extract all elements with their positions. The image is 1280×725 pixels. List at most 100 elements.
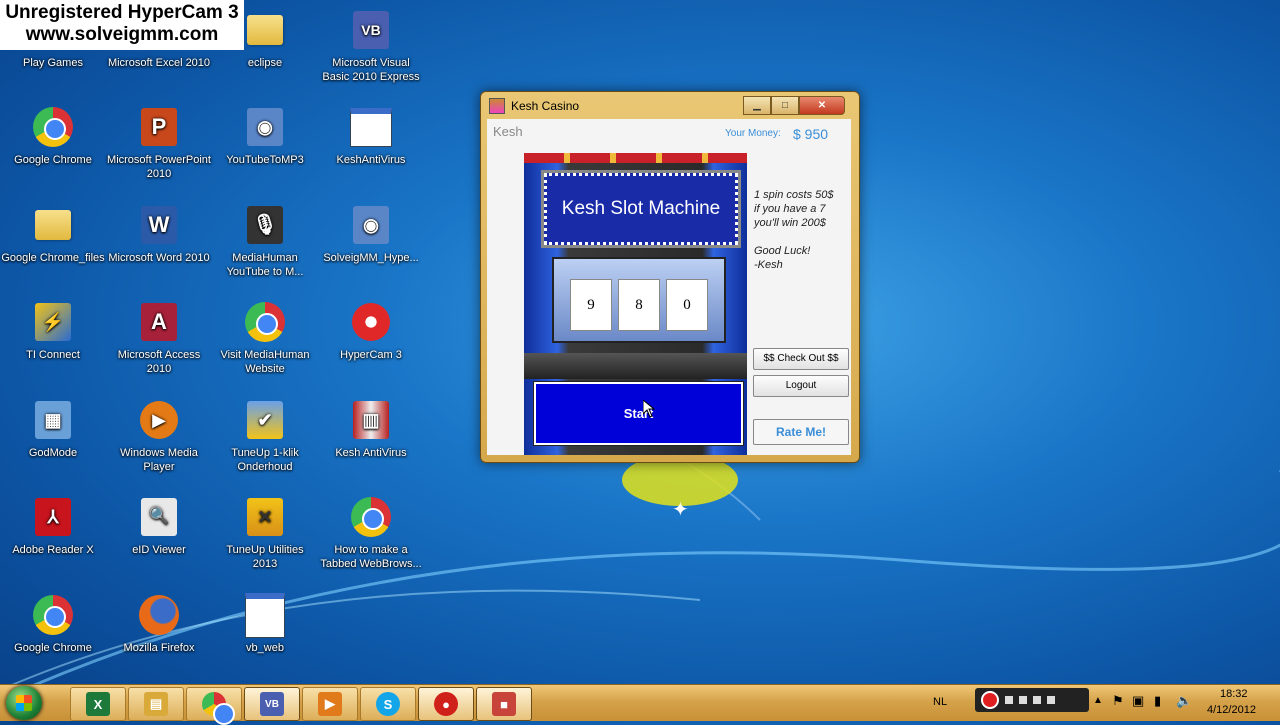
desktop-icon-godmode[interactable]: ▦ GodMode — [1, 398, 105, 460]
desktop-icon-label: Microsoft Access 2010 — [117, 349, 201, 375]
vb-project-icon — [243, 592, 287, 638]
desktop-icon-firefox[interactable]: Mozilla Firefox — [107, 593, 211, 655]
desktop-icon-solveigmm[interactable]: ◉ SolveigMM_Hype... — [319, 203, 423, 265]
desktop-icon-label: MediaHuman YouTube to M... — [226, 252, 304, 278]
desktop-icon-keshantivirus[interactable]: KeshAntiVirus — [319, 105, 423, 167]
volume-icon[interactable]: 🔈 — [1176, 693, 1192, 709]
tray-expand-icon[interactable]: ▲ — [1093, 695, 1103, 706]
powerpoint-icon: P — [137, 105, 181, 149]
desktop-icon-label: Windows Media Player — [120, 447, 198, 473]
record-icon[interactable] — [981, 691, 999, 709]
desktop-icon-label: vb_web — [246, 642, 284, 654]
mouse-cursor-icon — [643, 400, 655, 418]
camera-icon[interactable] — [1033, 696, 1041, 704]
slot-machine-image: Kesh Slot Machine 9 8 0 Start — [524, 153, 747, 455]
reel-1: 9 — [570, 279, 612, 331]
minimize-button[interactable]: ▁ — [743, 96, 771, 115]
media-player-icon: ▶ — [137, 398, 181, 442]
app-icon — [489, 98, 505, 114]
check-out-button[interactable]: $$ Check Out $$ — [753, 348, 849, 370]
taskbar-item-hypercam[interactable]: ● — [418, 687, 474, 721]
desktop-icon-media-player[interactable]: ▶ Windows Media Player — [107, 398, 211, 474]
maximize-button[interactable]: □ — [771, 96, 799, 115]
desktop-icon-tuneup-1klik[interactable]: ✔ TuneUp 1-klik Onderhoud — [213, 398, 317, 474]
desktop-icon-adobe-reader[interactable]: ⅄ Adobe Reader X — [1, 495, 105, 557]
desktop-icon-chrome-files[interactable]: Google Chrome_files — [1, 203, 105, 265]
svg-text:✦: ✦ — [672, 497, 689, 521]
taskbar-item-kesh-casino[interactable]: ■ — [476, 687, 532, 721]
desktop-icon-label: GodMode — [28, 447, 78, 459]
desktop-icon-label: Adobe Reader X — [12, 544, 94, 556]
desktop-icon-powerpoint[interactable]: P Microsoft PowerPoint 2010 — [107, 105, 211, 181]
tuneup-utilities-icon: ✕ — [243, 495, 287, 539]
desktop-icon-label: Mozilla Firefox — [123, 642, 195, 654]
taskbar-item-visual-basic[interactable]: VB — [244, 687, 300, 721]
taskbar-item-skype[interactable]: S — [360, 687, 416, 721]
taskbar-item-chrome[interactable] — [186, 687, 242, 725]
user-name-label: Kesh — [493, 124, 523, 139]
desktop-icon-label: Microsoft PowerPoint 2010 — [107, 154, 211, 180]
desktop-icon-tuneup-utilities[interactable]: ✕ TuneUp Utilities 2013 — [213, 495, 317, 571]
action-center-icon[interactable]: ⚑ — [1112, 693, 1124, 709]
desktop-icon-vb-web[interactable]: vb_web — [213, 592, 317, 655]
desktop-icon-label: TuneUp Utilities 2013 — [226, 544, 304, 570]
desktop-icon-label: Microsoft Visual Basic 2010 Express — [322, 57, 420, 83]
adobe-reader-icon: ⅄ — [31, 495, 75, 539]
desktop-icon-visit-mediahuman[interactable]: Visit MediaHuman Website — [213, 300, 317, 376]
desktop-icon-youtubetomp3[interactable]: ◉ YouTubeToMP3 — [213, 105, 317, 167]
skype-icon: S — [376, 692, 400, 716]
rate-me-button[interactable]: Rate Me! — [753, 419, 849, 445]
desktop-icon-ti-connect[interactable]: ⚡ TI Connect — [1, 300, 105, 362]
desktop-icon-word[interactable]: W Microsoft Word 2010 — [107, 203, 211, 265]
desktop-icon-mediahuman[interactable]: 🎙 MediaHuman YouTube to M... — [213, 203, 317, 279]
desktop-icon-eid-viewer[interactable]: 🔍 eID Viewer — [107, 495, 211, 557]
taskbar-item-explorer[interactable]: ▤ — [128, 687, 184, 721]
desktop-icon-label: Google Chrome — [14, 154, 92, 166]
folder-icon — [31, 203, 75, 247]
desktop-icon-access[interactable]: A Microsoft Access 2010 — [107, 300, 211, 376]
caption-buttons: ▁ □ ✕ — [743, 96, 845, 115]
slot-machine-lights — [524, 153, 747, 163]
taskbar-item-media-player[interactable]: ▶ — [302, 687, 358, 721]
logout-button[interactable]: Logout — [753, 375, 849, 397]
desktop-icon-label: eID Viewer — [132, 544, 186, 556]
desktop-icon-kesh-antivirus[interactable]: ▥ Kesh AntiVirus — [319, 398, 423, 460]
kesh-casino-window: Kesh Casino ▁ □ ✕ Kesh Your Money: $ 950… — [480, 91, 860, 463]
start-button-orb[interactable] — [6, 686, 42, 720]
window-title-bar[interactable]: Kesh Casino ▁ □ ✕ — [489, 96, 851, 116]
desktop-icon-hypercam[interactable]: HyperCam 3 — [319, 300, 423, 362]
desktop-icon-chrome-2[interactable]: Google Chrome — [1, 593, 105, 655]
folder-icon — [243, 8, 287, 52]
network-icon[interactable]: ▣ — [1132, 693, 1144, 709]
watermark-title: Unregistered HyperCam 3 — [5, 2, 239, 23]
stop-icon[interactable] — [1005, 696, 1013, 704]
settings-icon[interactable] — [1047, 696, 1055, 704]
desktop-icon-label: Google Chrome — [14, 642, 92, 654]
chrome-icon — [31, 593, 75, 637]
desktop-icon-label: HyperCam 3 — [340, 349, 402, 361]
app-window-icon — [349, 105, 393, 149]
desktop-icon-chrome[interactable]: Google Chrome — [1, 105, 105, 167]
close-button[interactable]: ✕ — [799, 96, 845, 115]
desktop-icon-label: TI Connect — [26, 349, 80, 361]
desktop-icon-label: Microsoft Excel 2010 — [107, 57, 211, 69]
chrome-icon — [349, 495, 393, 539]
pause-icon[interactable] — [1019, 696, 1027, 704]
microphone-icon: 🎙 — [243, 203, 287, 247]
access-icon: A — [137, 300, 181, 344]
clock-date[interactable]: 4/12/2012 — [1207, 704, 1256, 716]
language-indicator[interactable]: NL — [933, 696, 947, 708]
kesh-casino-icon: ■ — [492, 692, 516, 716]
chrome-icon — [31, 105, 75, 149]
taskbar-item-excel[interactable]: X — [70, 687, 126, 721]
start-button[interactable]: Start — [534, 382, 743, 445]
signal-icon[interactable]: ▮ — [1154, 693, 1161, 709]
desktop-icon-visual-basic[interactable]: VB Microsoft Visual Basic 2010 Express — [319, 8, 423, 84]
rules-text: 1 spin costs 50$ if you have a 7 you'll … — [754, 189, 834, 271]
hypercam-icon — [349, 300, 393, 344]
clock-time[interactable]: 18:32 — [1220, 688, 1248, 700]
desktop-icon-label: Visit MediaHuman Website — [220, 349, 310, 375]
desktop-icon-tabbed-webbrowser[interactable]: How to make a Tabbed WebBrows... — [319, 495, 423, 571]
window-client-area: Kesh Your Money: $ 950 Kesh Slot Machine… — [487, 119, 851, 455]
hypercam-recording-toolbar — [975, 688, 1089, 712]
